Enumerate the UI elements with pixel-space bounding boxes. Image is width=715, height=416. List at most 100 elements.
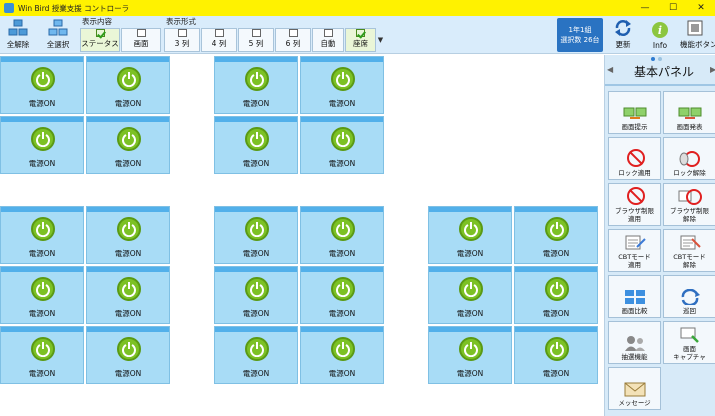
status-toggle[interactable]: ステータス	[80, 28, 120, 52]
auto-checkbox-icon	[323, 29, 333, 37]
screen-present-label: 画面提示	[621, 123, 648, 131]
seat-status-label: 電源ON	[328, 309, 356, 318]
screen-present-button[interactable]: 画面提示	[608, 91, 661, 134]
minimize-button[interactable]: —	[631, 0, 659, 16]
screen-compare-label: 画面比較	[621, 307, 648, 315]
seat-tile[interactable]: 電源ON	[86, 326, 170, 384]
browser-restrict-release-button[interactable]: ブラウザ制限 解除	[663, 183, 715, 226]
page-dot-active[interactable]	[651, 57, 655, 61]
seat-header-bar	[87, 117, 169, 122]
power-on-icon	[459, 217, 483, 241]
seat-tile[interactable]: 電源ON	[0, 326, 84, 384]
seat-header-bar	[1, 57, 83, 62]
seat-tile[interactable]: 電源ON	[300, 266, 384, 324]
col5-toggle[interactable]: 5 列	[238, 28, 274, 52]
auto-toggle[interactable]: 自動	[312, 28, 344, 52]
page-dot[interactable]	[658, 57, 662, 61]
seat-tile[interactable]: 電源ON	[428, 206, 512, 264]
power-on-icon	[331, 277, 355, 301]
function-panel-icon	[686, 19, 706, 37]
lock-apply-button[interactable]: ロック適用	[608, 137, 661, 180]
seat-status-label: 電源ON	[328, 159, 356, 168]
screen-capture-button[interactable]: 画面 キャプチャ	[663, 321, 715, 364]
deselect-all-icon	[8, 19, 28, 37]
screen-present-icon	[623, 105, 647, 121]
function-button[interactable]: 機能ボタン	[680, 18, 715, 52]
seat-tile[interactable]: 電源ON	[214, 266, 298, 324]
cbt-apply-button[interactable]: CBTモード 適用	[608, 229, 661, 272]
seat-tile[interactable]: 電源ON	[300, 56, 384, 114]
col3-label: 3 列	[174, 39, 190, 48]
seat-tile[interactable]: 電源ON	[300, 326, 384, 384]
lock-release-button[interactable]: ロック解除	[663, 137, 715, 180]
power-on-icon	[31, 217, 55, 241]
seat-tile[interactable]: 電源ON	[86, 56, 170, 114]
deselect-all-button[interactable]: 全解除	[0, 18, 36, 52]
power-on-icon	[245, 277, 269, 301]
lottery-button[interactable]: 抽選機能	[608, 321, 661, 364]
cbt-apply-icon	[623, 235, 647, 251]
seat-tile[interactable]: 電源ON	[214, 326, 298, 384]
seat-tile[interactable]: 電源ON	[214, 56, 298, 114]
screen-toggle[interactable]: 画面	[121, 28, 161, 52]
svg-text:i: i	[658, 24, 662, 37]
screen-label: 画面	[133, 39, 149, 48]
seat-tile[interactable]: 電源ON	[514, 266, 598, 324]
seat-status-label: 電源ON	[456, 309, 484, 318]
seat-tile[interactable]: 電源ON	[428, 326, 512, 384]
cbt-apply-label: CBTモード 適用	[618, 253, 651, 269]
seat-tile[interactable]: 電源ON	[0, 56, 84, 114]
browser-restrict-apply-label: ブラウザ制限 適用	[615, 207, 654, 223]
seat-tile[interactable]: 電源ON	[428, 266, 512, 324]
seat-tile[interactable]: 電源ON	[300, 206, 384, 264]
power-on-icon	[245, 217, 269, 241]
seat-tile[interactable]: 電源ON	[300, 116, 384, 174]
panel-prev-icon[interactable]: ◀	[607, 65, 613, 74]
select-all-icon	[48, 19, 68, 37]
seat-header-bar	[301, 207, 383, 212]
screen-compare-button[interactable]: 画面比較	[608, 275, 661, 318]
seat-tile[interactable]: 電源ON	[0, 206, 84, 264]
refresh-icon	[613, 19, 633, 37]
screen-presentation-button[interactable]: 画面発表	[663, 91, 715, 134]
power-on-icon	[331, 127, 355, 151]
seat-tile[interactable]: 電源ON	[0, 116, 84, 174]
power-on-icon	[117, 127, 141, 151]
seat-toggle[interactable]: 座席	[345, 28, 376, 52]
seat-tile[interactable]: 電源ON	[86, 266, 170, 324]
seat-header-bar	[215, 327, 297, 332]
maximize-button[interactable]: ☐	[659, 0, 687, 16]
seat-status-label: 電源ON	[28, 99, 56, 108]
seat-tile[interactable]: 電源ON	[86, 206, 170, 264]
panel-next-icon[interactable]: ▶	[710, 65, 715, 74]
seat-tile[interactable]: 電源ON	[0, 266, 84, 324]
seat-status-label: 電源ON	[242, 99, 270, 108]
panel-title: 基本パネル	[633, 65, 694, 79]
seat-tile[interactable]: 電源ON	[214, 116, 298, 174]
seat-header-bar	[515, 327, 597, 332]
seat-tile[interactable]: 電源ON	[86, 116, 170, 174]
col3-toggle[interactable]: 3 列	[164, 28, 200, 52]
seat-tile[interactable]: 電源ON	[514, 206, 598, 264]
seat-header-bar	[429, 207, 511, 212]
seat-status-label: 電源ON	[114, 309, 142, 318]
refresh-button[interactable]: 更新	[606, 18, 640, 52]
selected-count: 選択数 26台	[560, 36, 600, 44]
lottery-label: 抽選機能	[621, 353, 648, 361]
cbt-release-button[interactable]: CBTモード 解除	[663, 229, 715, 272]
screen-presentation-icon	[678, 105, 702, 121]
message-button[interactable]: メッセージ	[608, 367, 661, 410]
select-all-button[interactable]: 全選択	[40, 18, 76, 52]
close-button[interactable]: ✕	[687, 0, 715, 16]
power-on-icon	[31, 277, 55, 301]
col4-toggle[interactable]: 4 列	[201, 28, 237, 52]
browser-restrict-apply-button[interactable]: ブラウザ制限 適用	[608, 183, 661, 226]
info-button[interactable]: i Info	[643, 18, 677, 52]
patrol-button[interactable]: 巡回	[663, 275, 715, 318]
seat-tile[interactable]: 電源ON	[514, 326, 598, 384]
title-bar: Win Bird 授業支援 コントローラ — ☐ ✕	[0, 0, 715, 16]
layout-dropdown-arrow-icon[interactable]: ▼	[376, 28, 385, 52]
power-on-icon	[31, 127, 55, 151]
col6-toggle[interactable]: 6 列	[275, 28, 311, 52]
seat-tile[interactable]: 電源ON	[214, 206, 298, 264]
